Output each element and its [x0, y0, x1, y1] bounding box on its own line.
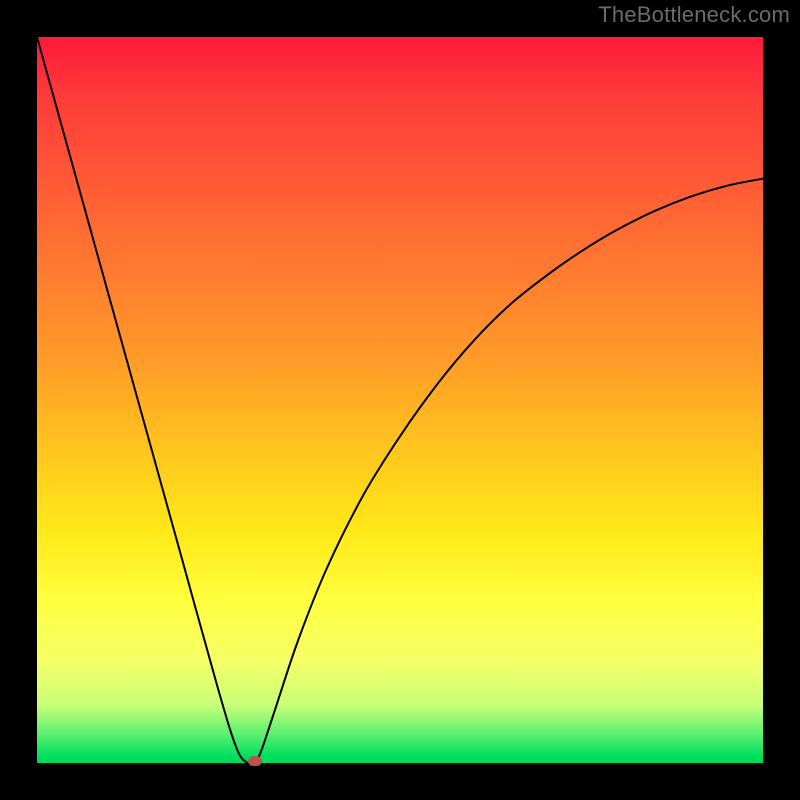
watermark-text: TheBottleneck.com	[598, 2, 790, 28]
chart-plot-area	[37, 37, 763, 763]
bottleneck-curve	[37, 37, 763, 763]
chart-frame: TheBottleneck.com	[0, 0, 800, 800]
optimum-marker	[248, 756, 262, 766]
curve-path	[37, 37, 763, 765]
